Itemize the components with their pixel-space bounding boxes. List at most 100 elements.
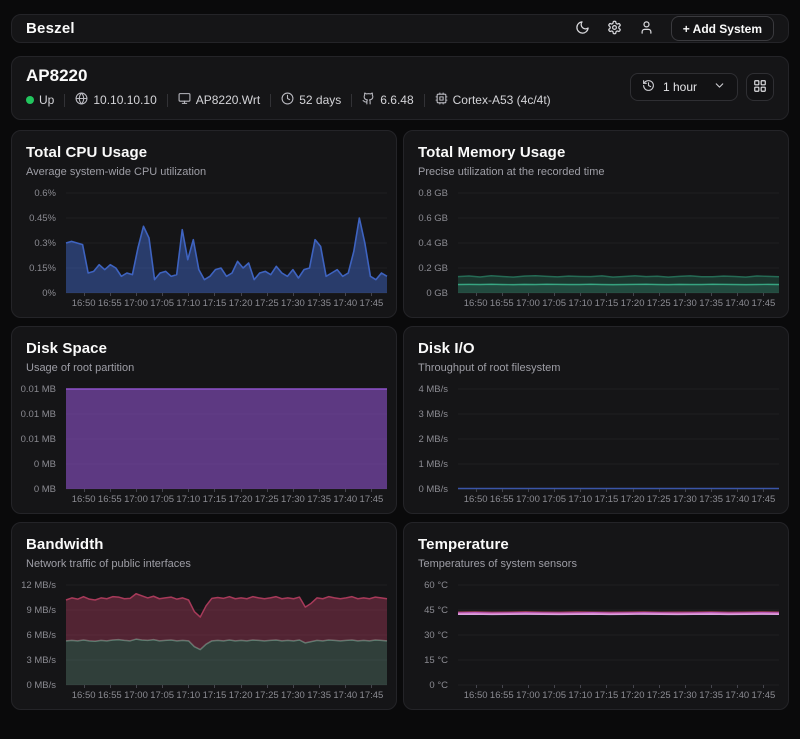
user-menu-button[interactable] [639,20,654,38]
y-tick-label: 0.6% [34,188,56,199]
cpu-icon [435,92,448,108]
y-tick-label: 3 MB/s [418,409,448,420]
x-tick-mark [162,489,163,492]
x-tick-mark [136,685,137,688]
y-axis-labels: 12 MB/s9 MB/s6 MB/s3 MB/s0 MB/s [22,585,60,685]
x-tick-mark [685,685,686,688]
x-tick-mark [345,489,346,492]
bandwidth-card: Bandwidth Network traffic of public inte… [11,522,397,710]
top-actions: + Add System [575,16,774,41]
x-tick-mark [633,293,634,296]
y-tick-label: 0 MB/s [26,680,56,691]
app-logo[interactable]: Beszel [26,20,75,37]
x-tick-mark [162,685,163,688]
y-tick-label: 0.45% [29,213,56,224]
settings-button[interactable] [607,20,622,38]
divider [424,94,425,107]
x-tick-mark [136,489,137,492]
system-info: AP8220 Up 10.10.10.10 AP8220.Wrt [26,66,551,108]
x-tick-label: 17:45 [354,494,388,505]
y-tick-label: 0.8 GB [418,188,448,199]
x-tick-mark [241,489,242,492]
system-hostname-value: AP8220.Wrt [196,93,260,107]
x-tick-mark [293,489,294,492]
x-tick-mark [659,685,660,688]
plot-area[interactable]: 16:5016:5517:0017:0517:1017:1517:2017:25… [458,193,779,293]
agent-version-value: 6.6.48 [380,93,413,107]
y-tick-label: 15 °C [424,655,448,666]
x-tick-mark [110,685,111,688]
y-tick-label: 6 MB/s [26,630,56,641]
y-tick-label: 30 °C [424,630,448,641]
x-tick-mark [241,685,242,688]
x-tick-mark [84,293,85,296]
system-ip-value: 10.10.10.10 [93,93,156,107]
chart-subtitle: Network traffic of public interfaces [26,558,191,570]
x-tick-mark [345,293,346,296]
x-tick-mark [711,489,712,492]
layout-toggle-button[interactable] [746,73,774,101]
y-tick-label: 0.15% [29,263,56,274]
total-memory-usage-chart[interactable]: 0.8 GB0.6 GB0.4 GB0.2 GB0 GB16:5016:5517… [414,193,779,315]
x-tick-mark [214,685,215,688]
x-tick-mark [293,685,294,688]
monitor-icon [178,92,191,108]
y-axis-labels: 0.8 GB0.6 GB0.4 GB0.2 GB0 GB [414,193,452,293]
plot-area[interactable]: 16:5016:5517:0017:0517:1017:1517:2017:25… [66,193,387,293]
system-uptime: 52 days [281,92,341,108]
x-tick-mark [633,685,634,688]
x-tick-mark [84,685,85,688]
plot-area[interactable]: 16:5016:5517:0017:0517:1017:1517:2017:25… [458,585,779,685]
bandwidth-chart[interactable]: 12 MB/s9 MB/s6 MB/s3 MB/s0 MB/s16:5016:5… [22,585,387,707]
chart-title: Bandwidth [26,536,104,553]
y-tick-label: 2 MB/s [418,434,448,445]
disk-io-chart[interactable]: 4 MB/s3 MB/s2 MB/s1 MB/s0 MB/s16:5016:55… [414,389,779,511]
x-tick-mark [685,489,686,492]
x-tick-label: 17:45 [354,298,388,309]
y-tick-label: 0 MB [34,484,56,495]
total-cpu-usage-chart[interactable]: 0.6%0.45%0.3%0.15%0%16:5016:5517:0017:05… [22,193,387,315]
chart-subtitle: Average system-wide CPU utilization [26,166,206,178]
github-icon [362,92,375,108]
x-tick-mark [554,293,555,296]
y-tick-label: 3 MB/s [26,655,56,666]
x-tick-mark [502,489,503,492]
x-tick-mark [214,489,215,492]
add-system-label: + Add System [683,22,762,36]
system-meta-row: Up 10.10.10.10 AP8220.Wrt 52 days [26,92,551,108]
status-badge: Up [26,93,54,107]
x-tick-mark [136,293,137,296]
chart-title: Disk Space [26,340,107,357]
disk-space-chart[interactable]: 0.01 MB0.01 MB0.01 MB0 MB0 MB16:5016:551… [22,389,387,511]
cpu-model-value: Cortex-A53 (4c/4t) [453,93,551,107]
temperature-card: Temperature Temperatures of system senso… [403,522,789,710]
time-range-select[interactable]: 1 hour [630,73,738,101]
x-tick-mark [711,685,712,688]
x-tick-mark [606,685,607,688]
plot-area[interactable]: 16:5016:5517:0017:0517:1017:1517:2017:25… [66,585,387,685]
clock-icon [281,92,294,108]
x-tick-mark [214,293,215,296]
y-axis-labels: 0.6%0.45%0.3%0.15%0% [22,193,60,293]
system-uptime-value: 52 days [299,93,341,107]
chart-title: Total Memory Usage [418,144,565,161]
plot-area[interactable]: 16:5016:5517:0017:0517:1017:1517:2017:25… [66,389,387,489]
plot-area[interactable]: 16:5016:5517:0017:0517:1017:1517:2017:25… [458,389,779,489]
divider [351,94,352,107]
theme-toggle-button[interactable] [575,20,590,38]
y-tick-label: 45 °C [424,605,448,616]
add-system-button[interactable]: + Add System [671,16,774,41]
y-axis-labels: 0.01 MB0.01 MB0.01 MB0 MB0 MB [22,389,60,489]
y-tick-label: 0 MB [34,459,56,470]
x-tick-mark [319,685,320,688]
x-tick-label: 17:45 [746,690,780,701]
x-tick-mark [528,293,529,296]
y-tick-label: 0 °C [429,680,448,691]
y-tick-label: 0 MB/s [418,484,448,495]
x-tick-mark [84,489,85,492]
temperature-chart[interactable]: 60 °C45 °C30 °C15 °C0 °C16:5016:5517:001… [414,585,779,707]
x-tick-mark [737,489,738,492]
x-tick-mark [711,293,712,296]
page: Beszel + Add System [0,0,800,710]
top-bar: Beszel + Add System [11,14,789,43]
